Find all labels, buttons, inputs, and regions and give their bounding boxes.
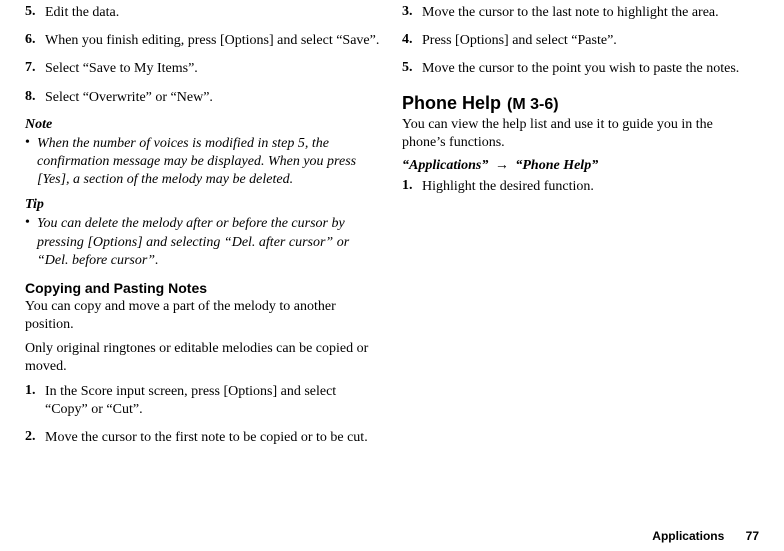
page-footer: Applications 77 (652, 529, 759, 543)
step-number: 2. (25, 429, 45, 447)
list-item: 6. When you finish editing, press [Optio… (25, 32, 382, 50)
menu-code: (M 3-6) (507, 96, 559, 114)
step-number: 8. (25, 89, 45, 107)
note-label: Note (25, 117, 382, 133)
step-number: 6. (25, 32, 45, 50)
steps-copy-paste: 1. In the Score input screen, press [Opt… (25, 383, 382, 448)
left-column: 5. Edit the data. 6. When you finish edi… (15, 0, 392, 457)
copy-paste-heading: Copying and Pasting Notes (25, 280, 382, 296)
phone-help-heading-row: Phone Help (M 3-6) (402, 93, 759, 114)
tip-text: You can delete the melody after or befor… (37, 215, 382, 270)
list-item: 1. Highlight the desired function. (402, 178, 759, 196)
steps-phone-help: 1. Highlight the desired function. (402, 178, 759, 196)
list-item: 5. Edit the data. (25, 4, 382, 22)
steps-copy-paste-cont: 3. Move the cursor to the last note to h… (402, 4, 759, 79)
step-text: Move the cursor to the point you wish to… (422, 60, 759, 78)
step-number: 4. (402, 32, 422, 50)
list-item: 7. Select “Save to My Items”. (25, 60, 382, 78)
bullet-dot: • (25, 215, 37, 270)
footer-page-number: 77 (746, 529, 759, 543)
nav-path: “Applications” → “Phone Help” (402, 158, 759, 174)
copy-paste-para2: Only original ringtones or editable melo… (25, 340, 382, 376)
step-text: Move the cursor to the first note to be … (45, 429, 382, 447)
step-text: Press [Options] and select “Paste”. (422, 32, 759, 50)
list-item: 1. In the Score input screen, press [Opt… (25, 383, 382, 419)
step-text: In the Score input screen, press [Option… (45, 383, 382, 419)
list-item: 5. Move the cursor to the point you wish… (402, 60, 759, 78)
tip-bullet: • You can delete the melody after or bef… (25, 215, 382, 270)
step-number: 5. (402, 60, 422, 78)
arrow-icon: → (495, 158, 509, 173)
right-column: 3. Move the cursor to the last note to h… (392, 0, 769, 457)
list-item: 2. Move the cursor to the first note to … (25, 429, 382, 447)
step-text: Edit the data. (45, 4, 382, 22)
nav-item-applications: “Applications” (402, 158, 488, 173)
tip-label: Tip (25, 197, 382, 213)
note-text: When the number of voices is modified in… (37, 135, 382, 190)
list-item: 4. Press [Options] and select “Paste”. (402, 32, 759, 50)
nav-item-phone-help: “Phone Help” (515, 158, 598, 173)
step-number: 7. (25, 60, 45, 78)
footer-section-label: Applications (652, 529, 724, 543)
copy-paste-para1: You can copy and move a part of the melo… (25, 298, 382, 334)
step-text: When you finish editing, press [Options]… (45, 32, 382, 50)
step-number: 5. (25, 4, 45, 22)
note-bullet: • When the number of voices is modified … (25, 135, 382, 190)
step-number: 1. (402, 178, 422, 196)
phone-help-heading: Phone Help (402, 93, 501, 114)
step-number: 3. (402, 4, 422, 22)
phone-help-para: You can view the help list and use it to… (402, 116, 759, 152)
bullet-dot: • (25, 135, 37, 190)
list-item: 8. Select “Overwrite” or “New”. (25, 89, 382, 107)
step-text: Highlight the desired function. (422, 178, 759, 196)
steps-edit-save: 5. Edit the data. 6. When you finish edi… (25, 4, 382, 107)
step-text: Move the cursor to the last note to high… (422, 4, 759, 22)
step-text: Select “Save to My Items”. (45, 60, 382, 78)
step-text: Select “Overwrite” or “New”. (45, 89, 382, 107)
step-number: 1. (25, 383, 45, 419)
list-item: 3. Move the cursor to the last note to h… (402, 4, 759, 22)
